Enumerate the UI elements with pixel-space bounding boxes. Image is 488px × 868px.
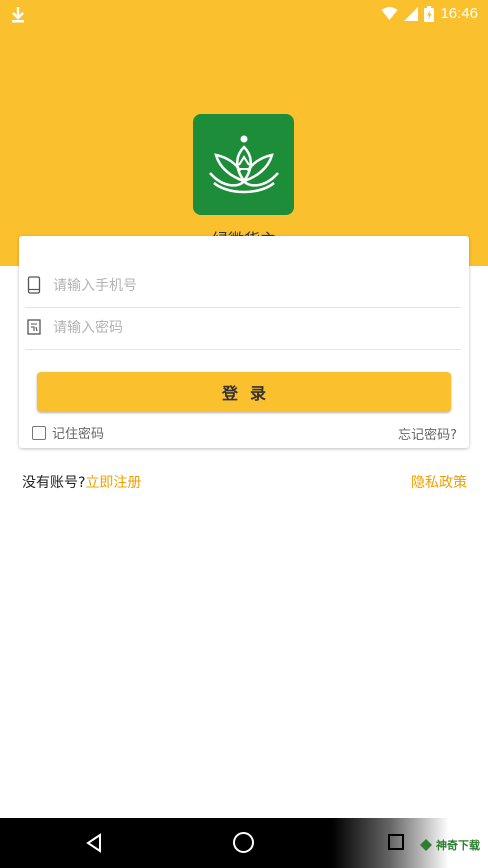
- register-link[interactable]: 立即注册: [85, 475, 141, 491]
- app-logo: [193, 114, 294, 215]
- phone-icon: [27, 276, 41, 294]
- password-icon: [27, 319, 41, 335]
- phone-field-row: [25, 264, 461, 308]
- remember-password-checkbox[interactable]: [32, 425, 46, 440]
- status-time: 16:46: [440, 5, 478, 22]
- remember-password-option[interactable]: 记住密码: [32, 423, 104, 442]
- battery-charging-icon: [424, 5, 435, 22]
- wifi-icon: [381, 6, 398, 20]
- status-bar: 16:46: [0, 0, 488, 30]
- download-icon: [12, 7, 24, 23]
- phone-input[interactable]: [53, 272, 453, 300]
- watermark-text: 神奇下载: [436, 839, 480, 852]
- password-field-row: [25, 306, 461, 350]
- login-button[interactable]: 登录: [37, 372, 451, 412]
- watermark: 神奇下载: [420, 837, 480, 853]
- no-account-text: 没有账号?: [22, 475, 86, 491]
- privacy-policy-link[interactable]: 隐私政策: [411, 472, 467, 492]
- cell-signal-icon: [404, 6, 419, 21]
- lotus-recycle-icon: [208, 135, 279, 193]
- forgot-password-link[interactable]: 忘记密码?: [398, 424, 457, 443]
- password-input[interactable]: [53, 314, 453, 342]
- no-account-row: 没有账号?立即注册: [22, 472, 141, 492]
- app-header: 绿微货主: [0, 30, 488, 266]
- recent-apps-icon[interactable]: [388, 834, 404, 850]
- watermark-logo-icon: [420, 839, 432, 851]
- back-icon[interactable]: [84, 833, 104, 853]
- navigation-bar: 神奇下载: [0, 818, 488, 868]
- login-form-card: 登录 记住密码 忘记密码?: [19, 236, 469, 448]
- remember-password-label: 记住密码: [52, 427, 105, 442]
- home-icon[interactable]: [233, 832, 254, 853]
